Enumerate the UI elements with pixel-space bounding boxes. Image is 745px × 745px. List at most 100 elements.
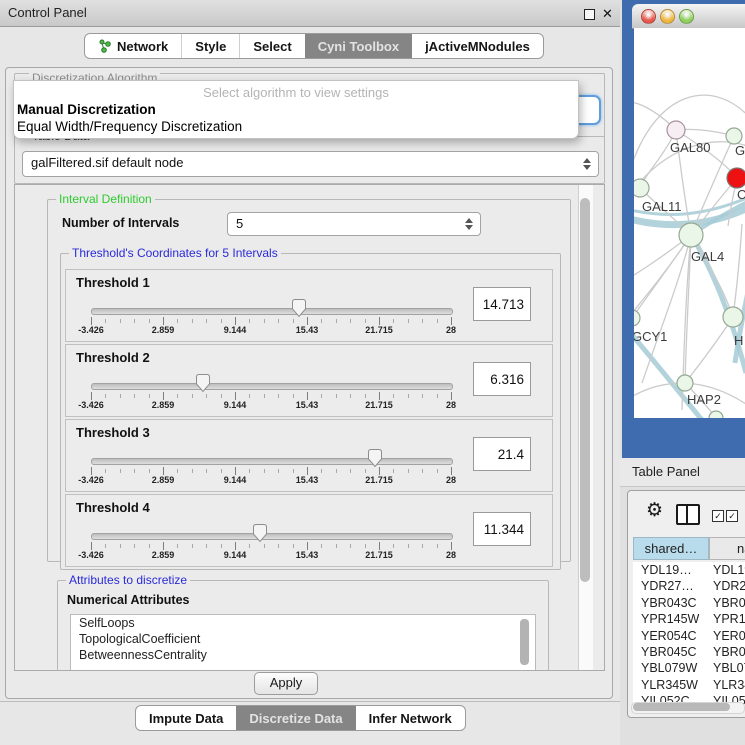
tab-jactivemnodules[interactable]: jActiveMNodules: [412, 34, 543, 58]
list-item[interactable]: SelfLoops: [71, 615, 535, 631]
tick-label: -3.426: [78, 550, 104, 560]
numerical-attributes-list[interactable]: SelfLoopsTopologicalCoefficientBetweenne…: [70, 614, 536, 671]
algorithm-prompt-option[interactable]: Select algorithm to view settings: [14, 85, 578, 100]
tab-network[interactable]: Network: [85, 34, 181, 58]
mac-close-button[interactable]: [641, 9, 656, 24]
tick-mark: [163, 542, 164, 550]
table-row[interactable]: YLR345WYLR345W: [633, 677, 745, 693]
tick-mark: [249, 469, 250, 473]
gear-icon[interactable]: ⚙: [646, 499, 663, 522]
tick-mark: [437, 394, 438, 398]
network-node-gal4[interactable]: [679, 223, 703, 247]
tick-mark: [321, 319, 322, 323]
network-window-titlebar[interactable]: [632, 4, 745, 29]
network-canvas[interactable]: GAL80GACGAL11GAL4GCY1HHAP2: [634, 28, 745, 418]
tick-mark: [134, 544, 135, 548]
bottom-tab-impute-data[interactable]: Impute Data: [136, 706, 236, 730]
tick-mark: [192, 319, 193, 323]
algorithm-option-manual[interactable]: Manual Discretization: [17, 102, 156, 117]
checkbox-icon[interactable]: ✓: [712, 510, 724, 522]
table-row[interactable]: YDL19…YDL19…: [633, 562, 745, 578]
tick-mark: [134, 469, 135, 473]
table-header-row: shared… name: [633, 537, 745, 560]
tick-mark: [365, 394, 366, 398]
network-node-gal11[interactable]: [634, 179, 649, 197]
numerical-attributes-label: Numerical Attributes: [67, 593, 189, 607]
tick-mark: [393, 319, 394, 323]
float-window-icon[interactable]: [584, 9, 595, 20]
algorithm-dropdown-popup: Select algorithm to view settings Manual…: [13, 80, 579, 139]
network-edge: [733, 224, 742, 317]
table-row[interactable]: YBR043CYBR043C: [633, 595, 745, 611]
column-header-shared[interactable]: shared…: [633, 537, 709, 560]
tick-label: 15.43: [296, 325, 319, 335]
slider-handle[interactable]: [252, 523, 268, 543]
network-node-ga[interactable]: [726, 128, 742, 144]
table-row[interactable]: YBR045CYBR045C: [633, 644, 745, 660]
slider-handle[interactable]: [291, 298, 307, 318]
tick-mark: [264, 319, 265, 323]
network-node-gal80[interactable]: [667, 121, 685, 139]
network-node-hap2[interactable]: [677, 375, 693, 391]
tick-mark: [293, 319, 294, 323]
bottom-tab-infer-network[interactable]: Infer Network: [356, 706, 465, 730]
threshold-value-field[interactable]: 6.316: [473, 362, 531, 396]
tick-mark: [149, 544, 150, 548]
network-node-c[interactable]: [727, 168, 745, 188]
network-node-h[interactable]: [723, 307, 743, 327]
tick-label: 9.144: [224, 475, 247, 485]
tick-mark: [264, 544, 265, 548]
threshold-value-field[interactable]: 14.713: [473, 287, 531, 321]
slider-track[interactable]: [91, 533, 453, 540]
table-hscrollbar-thumb[interactable]: [633, 703, 730, 711]
network-node-gcy1[interactable]: [634, 310, 640, 326]
table-row[interactable]: YDR27…YDR27…: [633, 578, 745, 594]
table-row[interactable]: YBL079WYBL079W: [633, 660, 745, 676]
tick-mark: [437, 319, 438, 323]
list-item[interactable]: BetweennessCentrality: [71, 647, 535, 663]
panel-scrollbar-thumb[interactable]: [580, 198, 590, 582]
tick-mark: [422, 544, 423, 548]
tick-mark: [278, 394, 279, 398]
number-of-intervals-combobox[interactable]: 5: [227, 212, 481, 236]
slider-track[interactable]: [91, 383, 453, 390]
tab-select[interactable]: Select: [239, 34, 304, 58]
tick-label: 2.859: [152, 475, 175, 485]
threshold-value-field[interactable]: 21.4: [473, 437, 531, 471]
close-icon[interactable]: ✕: [602, 6, 613, 22]
mac-zoom-button[interactable]: [679, 9, 694, 24]
cell-name: YER054C: [710, 628, 745, 644]
table-panel-titlebar: Table Panel: [620, 458, 745, 487]
divider: [0, 701, 620, 702]
tick-mark: [393, 544, 394, 548]
tick-mark: [221, 319, 222, 323]
table-data-combobox[interactable]: galFiltered.sif default node: [22, 151, 599, 177]
slider-handle[interactable]: [195, 373, 211, 393]
bottom-tab-discretize-data[interactable]: Discretize Data: [236, 706, 355, 730]
table-row[interactable]: YER054CYER054C: [633, 628, 745, 644]
columns-icon[interactable]: [676, 504, 700, 525]
threshold-label: Threshold 1: [76, 275, 150, 290]
tab-label: jActiveMNodules: [425, 39, 530, 54]
checkbox-icon[interactable]: ✓: [726, 510, 738, 522]
tick-mark: [206, 469, 207, 473]
tick-mark: [379, 392, 380, 400]
slider-track[interactable]: [91, 308, 453, 315]
mac-minimize-button[interactable]: [660, 9, 675, 24]
tab-style[interactable]: Style: [181, 34, 239, 58]
table-row[interactable]: YPR145WYPR145W: [633, 611, 745, 627]
attribute-list-scrollbar[interactable]: [520, 619, 529, 665]
threshold-box-2: Threshold 2-3.4262.8599.14415.4321.71528…: [65, 344, 553, 417]
slider-handle[interactable]: [367, 448, 383, 468]
tab-cyni-toolbox[interactable]: Cyni Toolbox: [305, 34, 412, 58]
tick-mark: [120, 544, 121, 548]
slider-track[interactable]: [91, 458, 453, 465]
threshold-value-field[interactable]: 11.344: [473, 512, 531, 546]
apply-button[interactable]: Apply: [254, 672, 318, 695]
tick-mark: [264, 394, 265, 398]
column-header-name[interactable]: name: [709, 537, 745, 560]
list-item[interactable]: TopologicalCoefficient: [71, 631, 535, 647]
tick-mark: [365, 469, 366, 473]
threshold-label: Threshold 4: [76, 500, 150, 515]
algorithm-option-equal-width[interactable]: Equal Width/Frequency Discretization: [17, 119, 242, 134]
